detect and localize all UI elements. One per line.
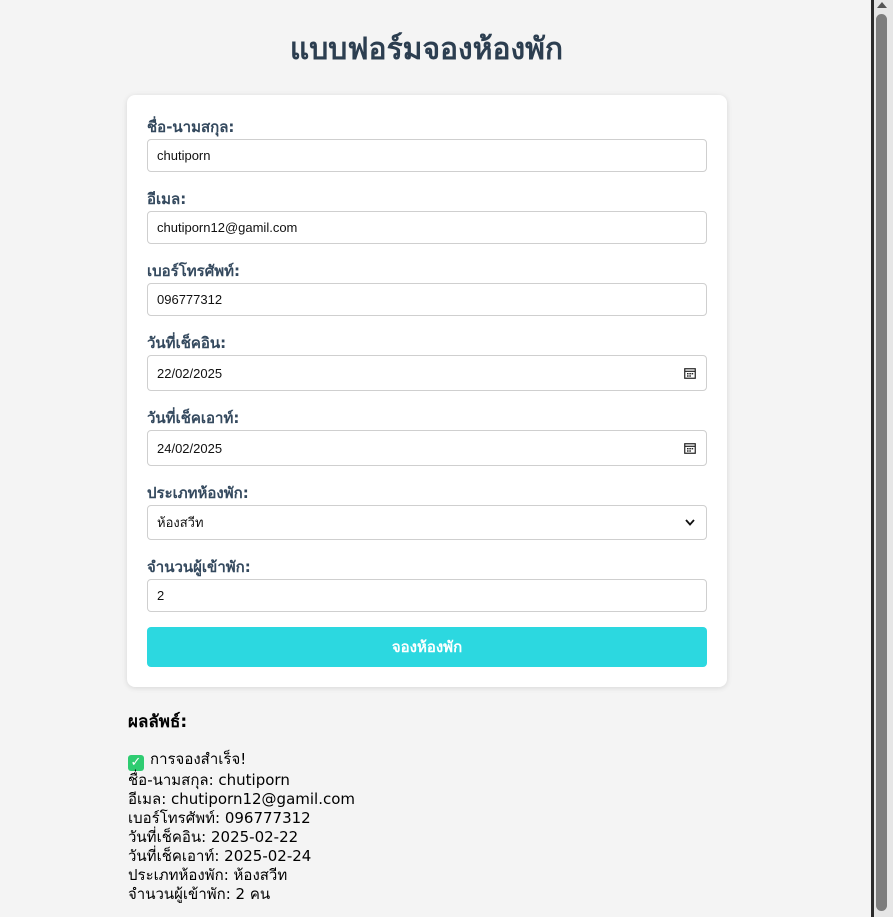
guests-input[interactable]: 2	[147, 579, 707, 612]
success-message: ✓ การจองสำเร็จ!	[128, 750, 355, 771]
room-type-label: ประเภทห้องพัก:	[147, 484, 249, 502]
check-icon: ✓	[128, 755, 144, 771]
checkin-label: วันที่เช็คอิน:	[147, 334, 227, 352]
success-text: การจองสำเร็จ!	[150, 750, 247, 768]
phone-label: เบอร์โทรศัพท์:	[147, 262, 241, 280]
fullname-value: chutiporn	[157, 148, 211, 163]
book-room-button[interactable]: จองห้องพัก	[147, 627, 707, 667]
chevron-down-icon	[683, 516, 697, 530]
scrollbar-edge	[871, 0, 874, 917]
checkout-value: 24/02/2025	[157, 440, 223, 456]
phone-value: 096777312	[157, 292, 223, 307]
email-input[interactable]: chutiporn12@gamil.com	[147, 211, 707, 244]
scroll-up-arrow-icon[interactable]	[877, 2, 887, 8]
room-type-value: ห้องสวีท	[157, 515, 204, 530]
result-line: จำนวนผู้เข้าพัก: 2 คน	[128, 885, 271, 903]
checkin-value: 22/02/2025	[157, 365, 223, 381]
result-title: ผลลัพธ์:	[128, 712, 188, 732]
checkout-label: วันที่เช็คเอาท์:	[147, 409, 240, 427]
scrollbar-thumb[interactable]	[876, 14, 887, 911]
phone-input[interactable]: 096777312	[147, 283, 707, 316]
email-label: อีเมล:	[147, 190, 187, 208]
checkin-date-input[interactable]: 22/02/2025	[147, 355, 707, 391]
fullname-label: ชื่อ-นามสกุล:	[147, 118, 235, 136]
result-line: ชื่อ-นามสกุล: chutiporn	[128, 771, 290, 789]
checkout-date-input[interactable]: 24/02/2025	[147, 430, 707, 466]
room-type-select[interactable]: ห้องสวีท	[147, 505, 707, 540]
guests-value: 2	[157, 588, 165, 603]
booking-form: ชื่อ-นามสกุล: chutiporn อีเมล: chutiporn…	[127, 95, 727, 687]
result-line: ประเภทห้องพัก: ห้องสวีท	[128, 866, 288, 884]
calendar-icon[interactable]	[683, 366, 697, 380]
fullname-input[interactable]: chutiporn	[147, 139, 707, 172]
result-line: วันที่เช็คอิน: 2025-02-22	[128, 828, 299, 846]
page-title: แบบฟอร์มจองห้องพัก	[289, 32, 564, 67]
result-line: อีเมล: chutiporn12@gamil.com	[128, 790, 356, 808]
email-value: chutiporn12@gamil.com	[157, 220, 298, 235]
guests-label: จำนวนผู้เข้าพัก:	[147, 558, 251, 576]
result-line: เบอร์โทรศัพท์: 096777312	[128, 809, 311, 827]
result-panel: ✓ การจองสำเร็จ! ชื่อ-นามสกุล: chutiporn อ…	[128, 750, 355, 904]
vertical-scrollbar[interactable]	[871, 0, 893, 917]
result-line: วันที่เช็คเอาท์: 2025-02-24	[128, 847, 312, 865]
calendar-icon[interactable]	[683, 441, 697, 455]
